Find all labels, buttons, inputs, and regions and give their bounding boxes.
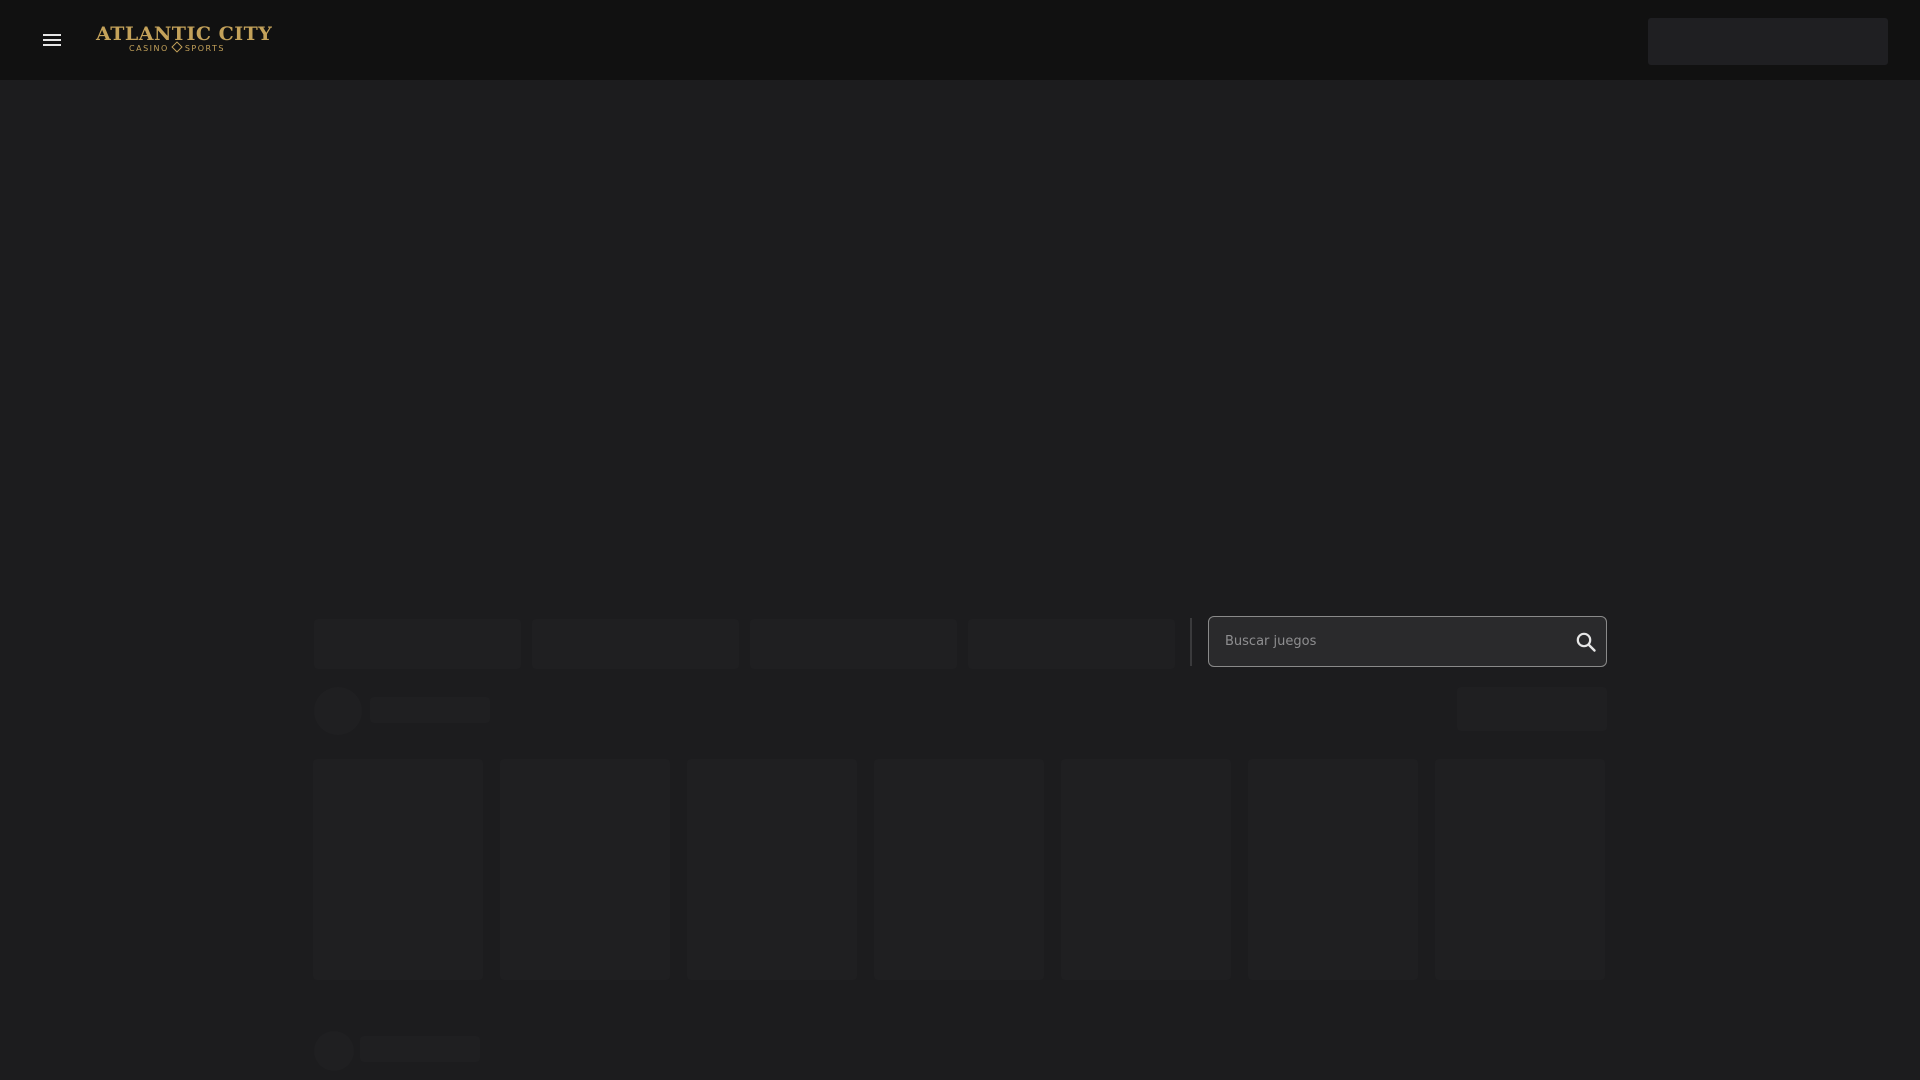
logo-subtitle-left: CASINO — [129, 44, 169, 53]
game-card-placeholder — [1435, 759, 1605, 980]
category-tab-placeholder — [968, 619, 1175, 669]
menu-bar — [43, 39, 61, 41]
game-card-placeholder — [874, 759, 1044, 980]
game-card-placeholder — [1248, 759, 1418, 980]
search-box[interactable] — [1208, 616, 1607, 667]
search-icon[interactable] — [1575, 631, 1597, 653]
game-card-placeholder — [1061, 759, 1231, 980]
atlantic-city-logo[interactable]: ATLANTIC CITY CASINO SPORTS — [96, 24, 272, 54]
hamburger-menu-button[interactable] — [36, 28, 68, 52]
menu-bar — [43, 44, 61, 46]
diamond-icon — [171, 41, 183, 53]
section-action-placeholder — [1457, 687, 1607, 731]
section-title-placeholder — [360, 1036, 480, 1062]
header-actions-loading-placeholder — [1648, 18, 1888, 65]
game-card-placeholder — [687, 759, 857, 980]
search-input[interactable] — [1225, 617, 1555, 666]
logo-subtitle: CASINO SPORTS — [96, 41, 258, 54]
category-tab-placeholder — [750, 619, 957, 669]
category-tab-placeholder — [532, 619, 739, 669]
logo-subtitle-right: SPORTS — [184, 44, 225, 53]
menu-bar — [43, 34, 61, 36]
top-header: ATLANTIC CITY CASINO SPORTS — [0, 0, 1920, 80]
section-icon-placeholder — [314, 687, 362, 735]
category-tab-placeholder — [314, 619, 521, 669]
game-card-placeholder — [500, 759, 670, 980]
section-title-placeholder — [370, 697, 490, 723]
section-icon-placeholder — [314, 1031, 354, 1071]
game-card-placeholder — [313, 759, 483, 980]
tabs-divider — [1190, 618, 1192, 666]
